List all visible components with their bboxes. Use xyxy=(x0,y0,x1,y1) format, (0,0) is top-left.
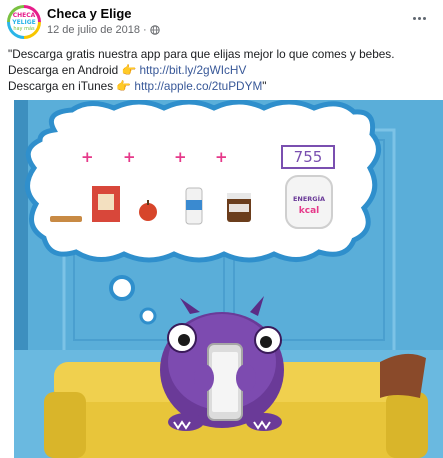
more-dot-icon xyxy=(412,16,416,20)
post-meta: 12 de julio de 2018 · xyxy=(47,24,160,36)
avatar-logo: CHECA YELIGE hay más xyxy=(10,8,38,36)
plus-sign: + xyxy=(123,148,136,166)
post-text-line-2: Descarga en Android 👉 http://bit.ly/2gWI… xyxy=(8,62,438,78)
meta-separator: · xyxy=(142,24,147,36)
plus-sign: + xyxy=(215,148,228,166)
post-text: "Descarga gratis nuestra app para que el… xyxy=(8,46,438,94)
itunes-label: Descarga en iTunes xyxy=(8,79,114,93)
closing-quote: " xyxy=(262,79,267,93)
post-date[interactable]: 12 de julio de 2018 xyxy=(47,24,140,36)
calc-number: 50 xyxy=(186,148,205,166)
post-text-line-3: Descarga en iTunes 👉 http://apple.co/2tu… xyxy=(8,78,438,94)
post-image[interactable]: 175 +80 +150 +50 +300 755 ENERGÍA kcal xyxy=(14,100,443,458)
more-options-button[interactable] xyxy=(407,8,431,28)
apple-icon xyxy=(139,203,157,221)
thought-bubble-small-1 xyxy=(109,275,135,301)
page-name[interactable]: Checa y Elige xyxy=(47,6,132,21)
calc-number: 80 xyxy=(94,148,113,166)
cushion xyxy=(380,353,426,398)
energy-unit: kcal xyxy=(299,206,319,216)
avatar[interactable]: CHECA YELIGE hay más xyxy=(7,5,41,39)
pointing-hand-icon: 👉 xyxy=(116,79,132,93)
illustration: 175 +80 +150 +50 +300 755 ENERGÍA kcal xyxy=(14,100,443,458)
total-value: 755 xyxy=(294,148,323,166)
sofa-arm-right xyxy=(386,392,428,458)
post-text-line-1: "Descarga gratis nuestra app para que el… xyxy=(8,47,395,61)
pointing-hand-icon: 👉 xyxy=(121,63,137,77)
more-dot-icon xyxy=(417,16,421,20)
avatar-logo-line-1: CHECA xyxy=(12,11,36,19)
plus-sign: + xyxy=(174,148,187,166)
globe-icon[interactable] xyxy=(149,25,160,35)
plus-sign: + xyxy=(81,148,94,166)
android-link[interactable]: http://bit.ly/2gWIcHV xyxy=(139,63,246,77)
sofa-arm-left xyxy=(44,392,86,458)
more-dot-icon xyxy=(422,16,426,20)
thought-bubble-small-2 xyxy=(139,307,157,325)
android-label: Descarga en Android xyxy=(8,63,119,77)
avatar-logo-line-3: hay más xyxy=(13,25,35,32)
calc-number: 175 xyxy=(46,148,75,166)
avatar-logo-line-2: YELIGE xyxy=(12,18,36,26)
energy-label: ENERGÍA xyxy=(293,194,325,203)
cereal-bar-icon xyxy=(50,216,82,222)
calc-number: 150 xyxy=(136,148,165,166)
post-header: CHECA YELIGE hay más Checa y Elige 12 de… xyxy=(0,0,443,44)
calc-number: 300 xyxy=(228,148,257,166)
itunes-link[interactable]: http://apple.co/2tuPDYM xyxy=(134,79,262,93)
